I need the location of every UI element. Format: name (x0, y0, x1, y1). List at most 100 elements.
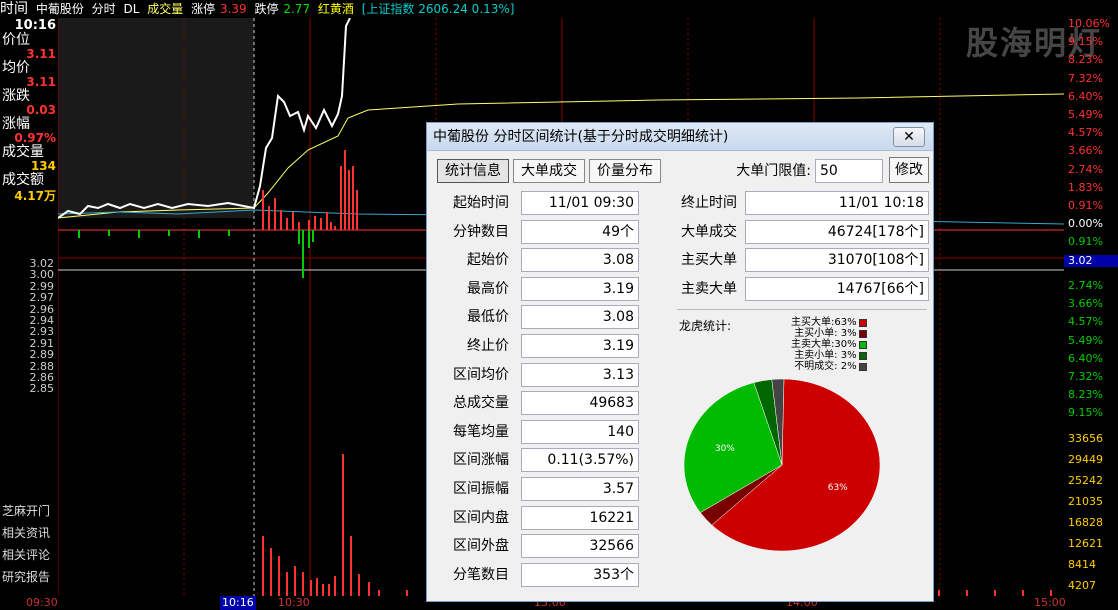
stat-label: 总成交量 (453, 395, 509, 412)
limit-up-label: 涨停 (191, 2, 216, 16)
interval-stats-dialog[interactable]: 中葡股份 分时区间统计(基于分时成交明细统计) ✕ 统计信息 大单成交 价量分布… (426, 122, 934, 602)
flow-bar-up (286, 218, 288, 230)
legend-item: 主卖小单: 3% (791, 350, 867, 361)
volume-bar (342, 454, 344, 596)
right-axis-volume-label: 25242 (1068, 474, 1103, 487)
pct-label: 涨幅 (2, 116, 30, 132)
stat-value[interactable]: 353个 (521, 562, 639, 587)
volume-bar (328, 584, 330, 596)
stat-value[interactable]: 31070[108个] (745, 248, 929, 273)
stat-value[interactable]: 49个 (521, 219, 639, 244)
change-label: 涨跌 (2, 88, 30, 104)
right-axis-pct-label: 6.40% (1068, 89, 1103, 103)
stock-name[interactable]: 中葡股份 (36, 2, 84, 16)
right-axis-pct-label: 2.74% (1068, 162, 1103, 176)
stat-label: 区间振幅 (453, 481, 509, 497)
stat-label: 区间均价 (453, 366, 509, 383)
stat-value[interactable]: 32566 (521, 534, 639, 559)
stat-label: 区间外盘 (453, 538, 509, 555)
period-label[interactable]: 分时 (92, 2, 116, 16)
right-axis-pct-label: 7.32% (1068, 71, 1103, 85)
time-0930: 09:30 (26, 596, 58, 609)
flow-bar-up (334, 226, 336, 230)
stat-value[interactable]: 11/01 10:18 (745, 191, 929, 215)
right-axis-pct-label: 8.23% (1068, 388, 1103, 402)
stat-value[interactable]: 49683 (521, 391, 639, 416)
modify-button[interactable]: 修改 (889, 157, 929, 183)
dialog-title[interactable]: 中葡股份 分时区间统计(基于分时成交明细统计) (427, 123, 933, 151)
concept-label[interactable]: 红黄酒 (318, 2, 354, 16)
stat-value[interactable]: 14767[66个] (745, 276, 929, 301)
stat-value[interactable]: 3.08 (521, 248, 639, 273)
legend-swatch (858, 329, 867, 338)
limit-up-value: 3.39 (219, 2, 247, 16)
legend-item: 主卖大单:30% (791, 339, 867, 350)
right-axis-volume-label: 4207 (1068, 579, 1096, 592)
stat-value[interactable]: 3.08 (521, 305, 639, 330)
selected-range-shade (58, 18, 254, 218)
stat-value[interactable]: 0.11(3.57%) (521, 448, 639, 473)
flow-bar-up (298, 222, 300, 230)
legend-item: 不明成交: 2% (791, 361, 867, 372)
right-axis-pct-label: 0.91% (1068, 199, 1103, 212)
divider (677, 309, 927, 310)
threshold-input[interactable]: 50 (815, 159, 883, 183)
right-axis-pct-label: 7.32% (1068, 370, 1103, 383)
tab-price-volume[interactable]: 价量分布 (589, 159, 661, 183)
pie-legend: 主买大单:63% 主买小单: 3% 主卖大单:30% 主卖小单: 3% 不明成交: 2% (791, 317, 867, 372)
stat-label: 大单成交 (681, 223, 737, 240)
flow-bar-down (228, 230, 230, 236)
stat-value[interactable]: 3.13 (521, 362, 639, 387)
right-axis-pct-label: 10.06% (1068, 17, 1110, 30)
cursor-time: 10:16 (14, 18, 56, 33)
vol-label: 成交量 (2, 144, 44, 160)
stat-value[interactable]: 3.57 (521, 477, 639, 501)
close-button[interactable]: ✕ (893, 127, 925, 147)
pie-slice-label: 63% (828, 483, 848, 493)
flow-bar-up (268, 206, 270, 230)
flow-bar-up (314, 216, 316, 230)
dl-label: DL (123, 2, 140, 16)
stat-value[interactable]: 46724[178个] (745, 219, 929, 244)
stat-value[interactable]: 3.19 (521, 276, 639, 301)
stat-label: 最低价 (467, 309, 509, 326)
close-icon: ✕ (903, 129, 915, 145)
pie-title: 龙虎统计: (679, 319, 732, 333)
stat-label: 终止价 (467, 338, 509, 354)
link-related-news[interactable]: 相关资讯 (0, 522, 58, 544)
volume-bar (358, 574, 360, 596)
link-related-comments[interactable]: 相关评论 (0, 544, 58, 566)
flow-bar-up (320, 218, 322, 230)
limit-down-value: 2.77 (283, 2, 311, 16)
right-axis-pct-label: 2.74% (1068, 279, 1103, 292)
change-value: 0.03 (26, 103, 56, 117)
legend-swatch (858, 351, 867, 360)
flow-bar-up (280, 210, 282, 230)
stat-label: 分钟数目 (453, 223, 509, 240)
stat-value[interactable]: 11/01 09:30 (521, 191, 639, 215)
amount-value: 4.17万 (14, 189, 56, 203)
threshold-label: 大单门限值: (736, 163, 811, 179)
flow-bar-down (312, 230, 314, 242)
right-axis-pct-label: 6.40% (1068, 351, 1103, 365)
index-info[interactable]: [上证指数 2606.24 0.13%] (362, 2, 515, 16)
right-axis-pct-label: 0.91% (1068, 235, 1103, 249)
legend-item: 主买大单:63% (791, 317, 867, 328)
left-axis-price-label: 2.85 (29, 382, 55, 396)
volume-bar (302, 572, 304, 596)
link-zhimakaimen[interactable]: 芝麻开门 (0, 500, 58, 522)
price-value: 3.11 (26, 47, 56, 61)
right-axis-volume-label: 21035 (1068, 495, 1103, 508)
stat-value[interactable]: 140 (521, 419, 639, 444)
stat-label: 区间涨幅 (453, 452, 509, 469)
tab-large-orders[interactable]: 大单成交 (513, 159, 585, 183)
right-axis-pct-label: 9.15% (1068, 35, 1103, 49)
stat-value[interactable]: 3.19 (521, 334, 639, 358)
right-axis-pct-label: 5.49% (1068, 333, 1103, 347)
link-research-reports[interactable]: 研究报告 (0, 566, 58, 588)
legend-label: 主买大单:63% (791, 316, 857, 328)
stat-value[interactable]: 16221 (521, 505, 639, 530)
flow-bar-down (198, 230, 200, 238)
right-axis-volume-label: 12621 (1068, 537, 1103, 550)
tab-stats-info[interactable]: 统计信息 (437, 159, 509, 183)
